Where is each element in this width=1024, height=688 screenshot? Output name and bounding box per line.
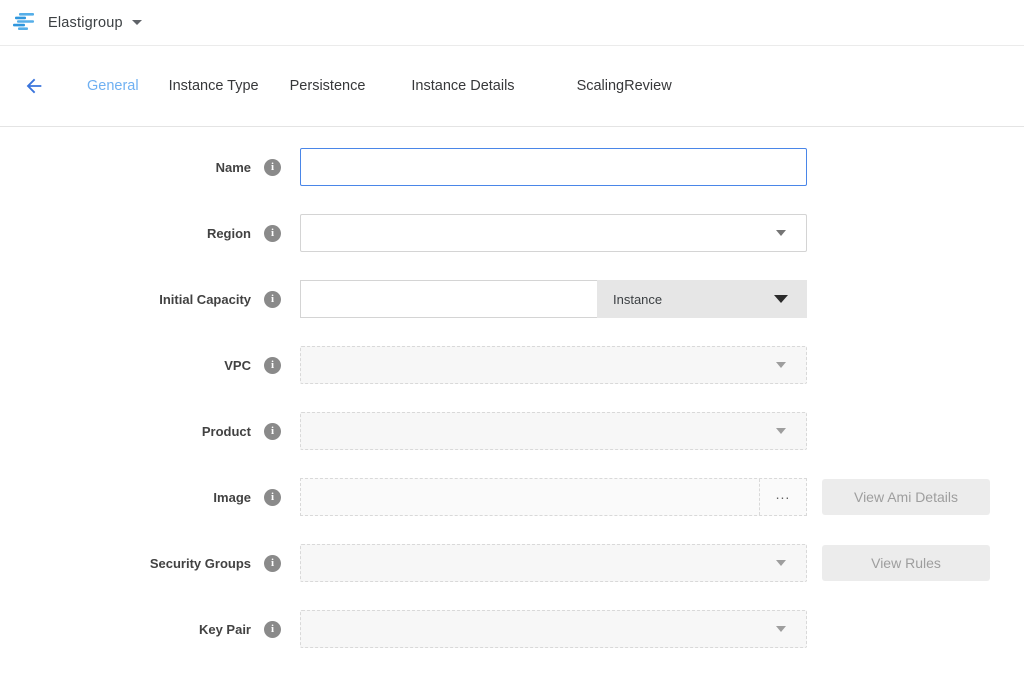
field-row-region: Region i	[0, 214, 1024, 252]
elastigroup-logo-icon	[12, 12, 38, 34]
view-rules-button[interactable]: View Rules	[822, 545, 990, 581]
chevron-down-icon	[776, 560, 786, 566]
chevron-down-icon	[774, 295, 788, 303]
field-row-vpc: VPC i	[0, 346, 1024, 384]
initial-capacity-label: Initial Capacity	[159, 292, 251, 307]
capacity-unit-value: Instance	[613, 292, 662, 307]
region-select[interactable]	[300, 214, 807, 252]
field-row-security-groups: Security Groups i View Rules	[0, 544, 1024, 582]
tab-instance-details[interactable]: Instance Details	[411, 78, 514, 94]
image-picker-value	[301, 479, 759, 515]
vpc-label: VPC	[224, 358, 251, 373]
name-input[interactable]	[300, 148, 807, 186]
app-header: Elastigroup	[0, 0, 1024, 46]
wizard-tabbar: General Instance Type Persistence Instan…	[0, 46, 1024, 127]
general-form: Name i Region i Initial Capacity i Insta…	[0, 127, 1024, 648]
chevron-down-icon	[776, 362, 786, 368]
initial-capacity-input[interactable]	[300, 280, 597, 318]
field-row-name: Name i	[0, 148, 1024, 186]
back-button[interactable]	[22, 74, 46, 98]
security-groups-select[interactable]	[300, 544, 807, 582]
tab-review[interactable]: Review	[624, 78, 672, 94]
info-icon[interactable]: i	[264, 357, 281, 374]
info-icon[interactable]: i	[264, 225, 281, 242]
arrow-back-icon	[23, 75, 45, 97]
region-label: Region	[207, 226, 251, 241]
capacity-unit-select[interactable]: Instance	[597, 280, 807, 318]
field-row-initial-capacity: Initial Capacity i Instance	[0, 280, 1024, 318]
info-icon[interactable]: i	[264, 489, 281, 506]
info-icon[interactable]: i	[264, 159, 281, 176]
info-icon[interactable]: i	[264, 621, 281, 638]
tab-persistence[interactable]: Persistence	[290, 78, 366, 94]
product-label: Product	[202, 424, 251, 439]
view-ami-details-button[interactable]: View Ami Details	[822, 479, 990, 515]
image-picker[interactable]: ...	[300, 478, 807, 516]
key-pair-select[interactable]	[300, 610, 807, 648]
tab-general[interactable]: General	[87, 78, 139, 94]
field-row-image: Image i ... View Ami Details	[0, 478, 1024, 516]
tab-instance-type[interactable]: Instance Type	[169, 78, 259, 94]
name-label: Name	[216, 160, 251, 175]
field-row-key-pair: Key Pair i	[0, 610, 1024, 648]
security-groups-label: Security Groups	[150, 556, 251, 571]
chevron-down-icon	[776, 230, 786, 236]
field-row-product: Product i	[0, 412, 1024, 450]
image-label: Image	[213, 490, 251, 505]
info-icon[interactable]: i	[264, 555, 281, 572]
key-pair-label: Key Pair	[199, 622, 251, 637]
tab-scaling[interactable]: Scaling	[577, 78, 625, 94]
chevron-down-icon	[776, 428, 786, 434]
info-icon[interactable]: i	[264, 291, 281, 308]
app-switcher-label[interactable]: Elastigroup	[48, 15, 123, 31]
browse-ami-button[interactable]: ...	[759, 479, 806, 515]
vpc-select[interactable]	[300, 346, 807, 384]
chevron-down-icon	[776, 626, 786, 632]
chevron-down-icon[interactable]	[132, 20, 142, 25]
info-icon[interactable]: i	[264, 423, 281, 440]
product-select[interactable]	[300, 412, 807, 450]
